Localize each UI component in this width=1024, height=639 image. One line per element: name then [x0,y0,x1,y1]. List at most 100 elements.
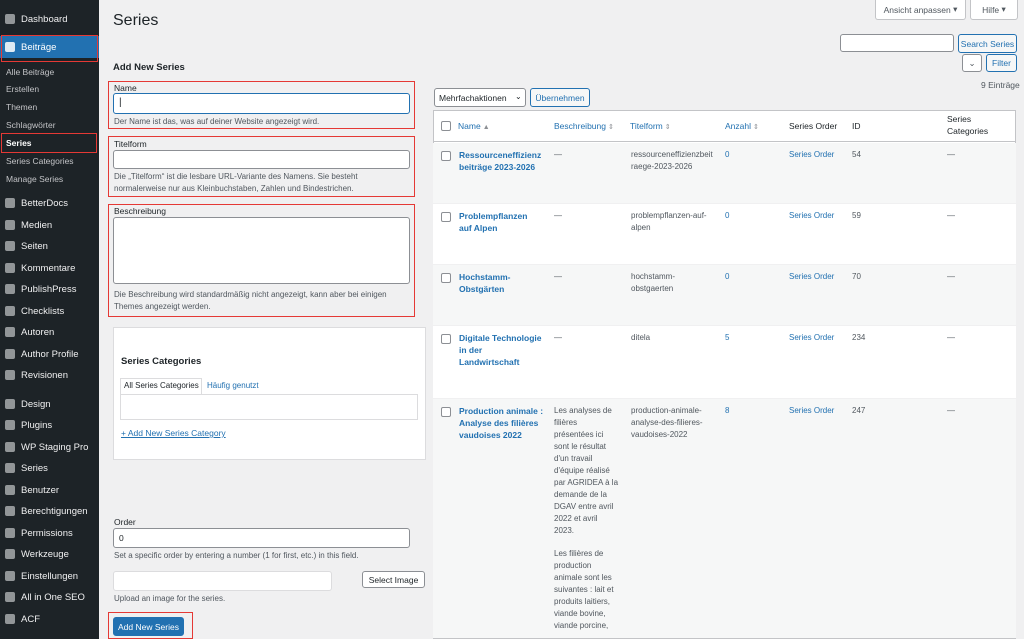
menu-plugins[interactable]: Plugins [0,414,99,436]
menu-revisionen[interactable]: Revisionen [0,364,99,386]
menu-autoren[interactable]: Autoren [0,321,99,343]
image-help: Upload an image for the series. [114,594,226,603]
name-input[interactable] [113,93,410,114]
menu-acf[interactable]: ACF [0,608,99,630]
description-help-1: Die Beschreibung wird standardmäßig nich… [114,290,387,299]
acf-icon [5,614,15,624]
tab-popular[interactable]: Häufig genutzt [207,381,259,390]
submenu-themen[interactable]: Themen [0,98,99,115]
menu-benutzer[interactable]: Benutzer [0,479,99,501]
menu-publishpress[interactable]: PublishPress [0,278,99,300]
menu-design[interactable]: Design [0,393,99,415]
menu-aioseo[interactable]: All in One SEO [0,586,99,608]
menu-wp-staging[interactable]: WP Staging Pro [0,436,99,458]
row-series-order[interactable]: Series Order [789,271,834,283]
col-name[interactable]: Name ▲ [458,121,490,131]
row-checkbox[interactable] [441,334,451,344]
slug-label: Titelform [114,139,147,149]
row-series-order[interactable]: Series Order [789,405,834,417]
row-count[interactable]: 0 [725,271,729,283]
menu-author-profile[interactable]: Author Profile [0,343,99,365]
menu-berechtigungen[interactable]: Berechtigungen [0,500,99,522]
row-name-1[interactable]: Problempflanzen [459,210,527,222]
submenu-schlagwoerter[interactable]: Schlagwörter [0,116,99,133]
row-name-1[interactable]: Ressourceneffizienz [459,149,541,161]
row-count[interactable]: 8 [725,405,729,417]
list-icon [5,463,15,473]
submenu-series-categories[interactable]: Series Categories [0,152,99,169]
menu-dashboard[interactable]: Dashboard [0,8,99,30]
menu-einstellungen[interactable]: Einstellungen [0,565,99,587]
apply-button[interactable]: Übernehmen [530,88,590,107]
row-checkbox[interactable] [441,151,451,161]
menu-betterdocs[interactable]: BetterDocs [0,192,99,214]
row-slug-1: production-animale- [631,406,702,415]
image-url-input[interactable] [113,571,332,591]
row-checkbox[interactable] [441,273,451,283]
row-description-line: d'un travail [554,454,593,463]
row-name-2[interactable]: Analyse des filières [459,417,538,429]
row-slug-2: alpen [631,223,651,232]
row-description-line: Les filières de [554,549,604,558]
description-label: Beschreibung [114,206,166,216]
menu-seiten[interactable]: Seiten [0,235,99,257]
row-name-2[interactable]: beiträge 2023-2026 [459,161,535,173]
order-help: Set a specific order by entering a numbe… [114,551,359,560]
select-image-button[interactable]: Select Image [362,571,425,588]
text-cursor-icon: | [119,97,122,108]
order-value: 0 [119,533,124,543]
submenu-manage-series[interactable]: Manage Series [0,170,99,187]
menu-werkzeuge[interactable]: Werkzeuge [0,543,99,565]
row-name-1[interactable]: Production animale : [459,405,543,417]
user-icon [5,485,15,495]
menu-medien[interactable]: Medien [0,214,99,236]
row-checkbox[interactable] [441,212,451,222]
menu-series[interactable]: Series [0,457,99,479]
order-input[interactable] [113,528,410,548]
col-count[interactable]: Anzahl ⇕ [725,121,759,131]
page-title: Series [113,12,159,29]
col-slug[interactable]: Titelform ⇕ [630,121,671,131]
submenu-series[interactable]: Series [0,134,99,151]
menu-kommentare[interactable]: Kommentare [0,257,99,279]
submenu-erstellen[interactable]: Erstellen [0,80,99,97]
submenu-alle-beitraege[interactable]: Alle Beiträge [0,63,99,80]
add-series-category-link[interactable]: + Add New Series Category [121,428,226,438]
row-name-2[interactable]: auf Alpen [459,222,497,234]
row-count[interactable]: 5 [725,332,729,344]
row-count[interactable]: 0 [725,210,729,222]
select-all-checkbox[interactable] [441,121,451,131]
row-count[interactable]: 0 [725,149,729,161]
row-name-1[interactable]: Digitale Technologie [459,332,542,344]
menu-checklists[interactable]: Checklists [0,300,99,322]
plugin-icon [5,420,15,430]
slug-input[interactable] [113,150,410,169]
description-textarea[interactable] [113,217,410,284]
row-name-2[interactable]: Obstgärten [459,283,504,295]
row-name-3[interactable]: Landwirtschaft [459,356,519,368]
row-name-1[interactable]: Hochstamm- [459,271,510,283]
tab-all-categories-label: All Series Categories [124,381,199,390]
col-description[interactable]: Beschreibung ⇕ [554,121,614,131]
settings-icon [5,571,15,581]
brush-icon [5,399,15,409]
filter-select[interactable]: ⌄ [962,54,982,72]
calendar-icon [5,284,15,294]
row-series-order[interactable]: Series Order [789,210,834,222]
row-checkbox[interactable] [441,407,451,417]
row-name-2[interactable]: in der [459,344,482,356]
screen-options-button[interactable]: Ansicht anpassen ▾ [875,0,966,20]
search-series-button[interactable]: Search Series [958,34,1017,53]
add-new-series-button[interactable]: Add New Series [113,617,184,636]
menu-permissions[interactable]: Permissions [0,522,99,544]
row-name-3[interactable]: vaudoises 2022 [459,429,522,441]
filter-button[interactable]: Filter [986,54,1017,72]
row-description-line: viande bovine, [554,609,606,618]
admin-sidebar: Dashboard Beiträge Alle Beiträge Erstell… [0,0,99,639]
menu-beitraege[interactable]: Beiträge [0,36,99,58]
name-label: Name [114,83,137,93]
row-series-order[interactable]: Series Order [789,149,834,161]
search-input[interactable] [840,34,954,52]
help-button[interactable]: Hilfe ▾ [970,0,1018,20]
row-series-order[interactable]: Series Order [789,332,834,344]
